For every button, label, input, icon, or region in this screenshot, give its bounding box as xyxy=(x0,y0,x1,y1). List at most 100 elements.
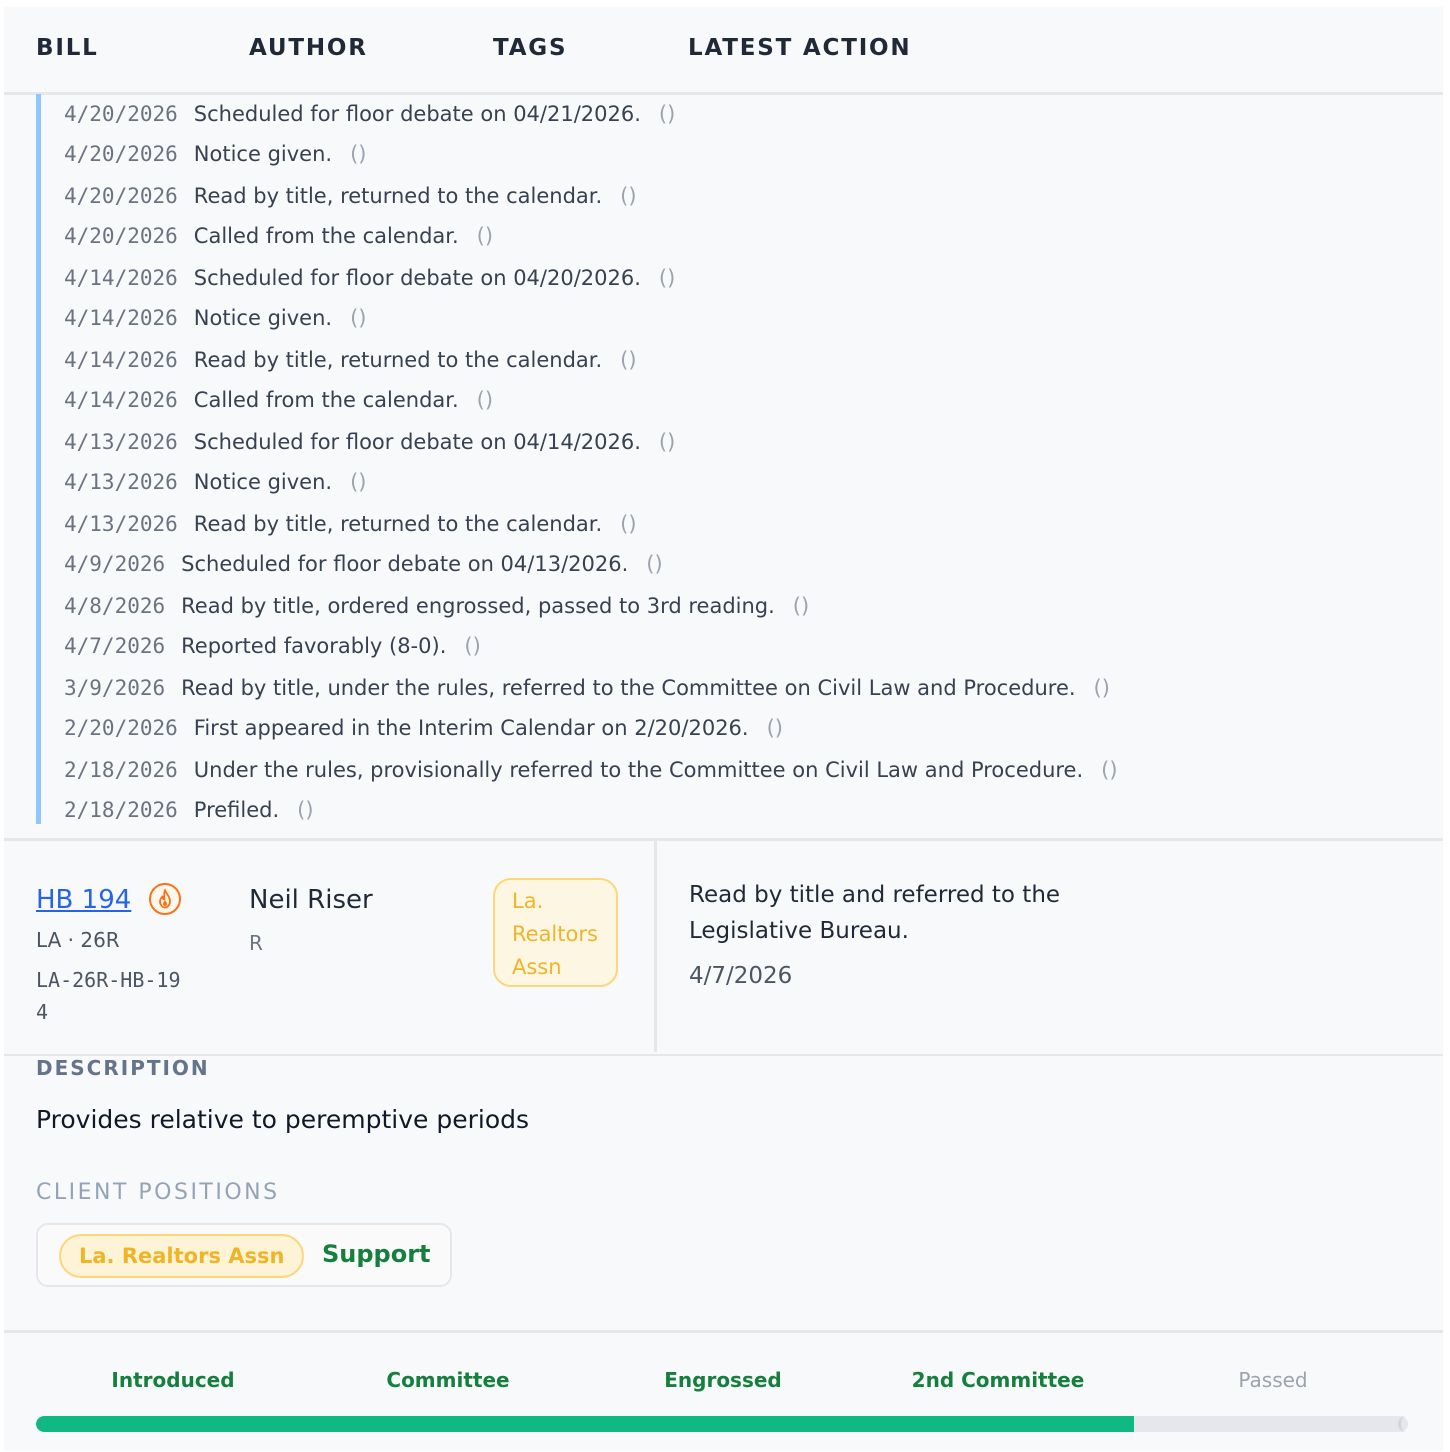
history-source[interactable]: () xyxy=(1101,758,1117,782)
history-text: Read by title, returned to the calendar. xyxy=(193,184,603,208)
history-source[interactable]: () xyxy=(350,470,366,494)
history-source[interactable]: () xyxy=(477,388,493,412)
history-source[interactable]: () xyxy=(620,512,636,536)
bill-progress: Introduced Committee Engrossed 2nd Commi… xyxy=(4,1330,1443,1451)
history-source[interactable]: () xyxy=(464,634,480,658)
history-text: Scheduled for floor debate on 04/20/2026… xyxy=(193,266,641,290)
history-item: 4/14/2026 Read by title, returned to the … xyxy=(64,348,637,372)
author-party: R xyxy=(249,931,263,955)
history-date: 4/14/2026 xyxy=(64,266,178,290)
history-text: Called from the calendar. xyxy=(193,224,459,248)
history-source[interactable]: () xyxy=(659,102,675,126)
history-item: 2/18/2026 Under the rules, provisionally … xyxy=(64,758,1118,782)
header-tags[interactable]: TAGS xyxy=(493,35,567,61)
history-text: Notice given. xyxy=(193,470,333,494)
history-source[interactable]: () xyxy=(477,224,493,248)
bill-id: LA-26R-HB-194 xyxy=(36,968,181,1024)
header-latest-action[interactable]: LATEST ACTION xyxy=(688,35,911,61)
history-date: 4/9/2026 xyxy=(64,552,166,576)
latest-action-date: 4/7/2026 xyxy=(689,963,793,989)
history-item: 4/7/2026 Reported favorably (8-0). () xyxy=(64,634,481,658)
history-item: 4/20/2026 Called from the calendar. () xyxy=(64,224,493,248)
history-date: 4/13/2026 xyxy=(64,430,178,454)
description-label: DESCRIPTION xyxy=(36,1056,210,1080)
history-text: Prefiled. xyxy=(193,798,280,822)
history-text: Read by title, returned to the calendar. xyxy=(193,512,603,536)
history-source[interactable]: () xyxy=(1094,676,1110,700)
history-text: Read by title, ordered engrossed, passed… xyxy=(181,594,775,618)
history-item: 4/8/2026 Read by title, ordered engrossed… xyxy=(64,594,809,618)
history-date: 4/14/2026 xyxy=(64,306,178,330)
history-date: 4/20/2026 xyxy=(64,142,178,166)
header-bill[interactable]: BILL xyxy=(36,35,99,61)
history-text: Read by title, returned to the calendar. xyxy=(193,348,603,372)
history-text: Reported favorably (8-0). xyxy=(181,634,447,658)
column-divider xyxy=(654,841,657,1052)
table-row[interactable]: HB 194 LA · 26R LA-26R-HB-194 Neil Riser… xyxy=(4,838,1443,1056)
client-stance: Support xyxy=(322,1240,431,1268)
client-positions-label: CLIENT POSITIONS xyxy=(36,1180,280,1205)
client-tag[interactable]: La. Realtors Assn xyxy=(59,1234,305,1278)
bill-session: LA · 26R xyxy=(36,928,120,952)
history-item: 4/14/2026 Called from the calendar. () xyxy=(64,388,493,412)
header-author[interactable]: AUTHOR xyxy=(249,35,368,61)
stage-engrossed: Engrossed xyxy=(664,1368,782,1392)
stage-introduced: Introduced xyxy=(111,1368,235,1392)
history-source[interactable]: () xyxy=(297,798,313,822)
history-item: 4/20/2026 Read by title, returned to the … xyxy=(64,184,637,208)
stage-committee: Committee xyxy=(386,1368,510,1392)
history-date: 2/18/2026 xyxy=(64,758,178,782)
action-history: 4/20/2026 Scheduled for floor debate on 0… xyxy=(36,94,1431,824)
history-text: Scheduled for floor debate on 04/21/2026… xyxy=(193,102,641,126)
history-date: 4/7/2026 xyxy=(64,634,166,658)
history-date: 4/20/2026 xyxy=(64,224,178,248)
progress-track xyxy=(36,1416,1408,1432)
latest-action-text: Read by title and referred to the Legisl… xyxy=(689,882,1061,944)
history-item: 2/18/2026 Prefiled. () xyxy=(64,798,314,822)
history-source[interactable]: () xyxy=(659,266,675,290)
history-item: 4/20/2026 Notice given. () xyxy=(64,142,366,166)
history-item: 4/13/2026 Read by title, returned to the … xyxy=(64,512,637,536)
history-date: 4/13/2026 xyxy=(64,512,178,536)
history-text: Notice given. xyxy=(193,142,333,166)
bill-number-link[interactable]: HB 194 xyxy=(36,885,131,915)
history-date: 4/14/2026 xyxy=(64,388,178,412)
history-source[interactable]: () xyxy=(793,594,809,618)
tag-badge[interactable]: La. Realtors Assn xyxy=(493,878,618,987)
history-date: 4/20/2026 xyxy=(64,102,178,126)
history-date: 2/20/2026 xyxy=(64,716,178,740)
history-date: 2/18/2026 xyxy=(64,798,178,822)
stage-2nd-committee: 2nd Committee xyxy=(911,1368,1085,1392)
history-date: 4/14/2026 xyxy=(64,348,178,372)
history-date: 4/8/2026 xyxy=(64,594,166,618)
flame-icon xyxy=(149,883,181,915)
history-source[interactable]: () xyxy=(767,716,783,740)
history-item: 4/13/2026 Notice given. () xyxy=(64,470,366,494)
table-header: BILL AUTHOR TAGS LATEST ACTION xyxy=(4,7,1443,95)
description-text: Provides relative to peremptive periods xyxy=(36,1105,530,1134)
bill-table: BILL AUTHOR TAGS LATEST ACTION 4/20/2026… xyxy=(4,7,1443,1451)
history-item: 4/13/2026 Scheduled for floor debate on 0… xyxy=(64,430,675,454)
stage-passed: Passed xyxy=(1238,1368,1308,1392)
history-date: 4/20/2026 xyxy=(64,184,178,208)
history-source[interactable]: () xyxy=(646,552,662,576)
history-item: 2/20/2026 First appeared in the Interim C… xyxy=(64,716,783,740)
history-item: 4/20/2026 Scheduled for floor debate on 0… xyxy=(64,102,675,126)
history-source[interactable]: () xyxy=(659,430,675,454)
progress-end-cap xyxy=(1398,1416,1408,1432)
history-text: Notice given. xyxy=(193,306,333,330)
history-item: 3/9/2026 Read by title, under the rules, … xyxy=(64,676,1110,700)
history-source[interactable]: () xyxy=(350,306,366,330)
history-date: 4/13/2026 xyxy=(64,470,178,494)
history-text: First appeared in the Interim Calendar o… xyxy=(193,716,749,740)
history-item: 4/14/2026 Scheduled for floor debate on 0… xyxy=(64,266,675,290)
history-source[interactable]: () xyxy=(620,184,636,208)
history-text: Scheduled for floor debate on 04/13/2026… xyxy=(181,552,629,576)
history-text: Under the rules, provisionally referred … xyxy=(193,758,1084,782)
history-text: Read by title, under the rules, referred… xyxy=(181,676,1076,700)
history-date: 3/9/2026 xyxy=(64,676,166,700)
author-name: Neil Riser xyxy=(249,885,373,915)
history-source[interactable]: () xyxy=(350,142,366,166)
history-source[interactable]: () xyxy=(620,348,636,372)
history-item: 4/14/2026 Notice given. () xyxy=(64,306,366,330)
